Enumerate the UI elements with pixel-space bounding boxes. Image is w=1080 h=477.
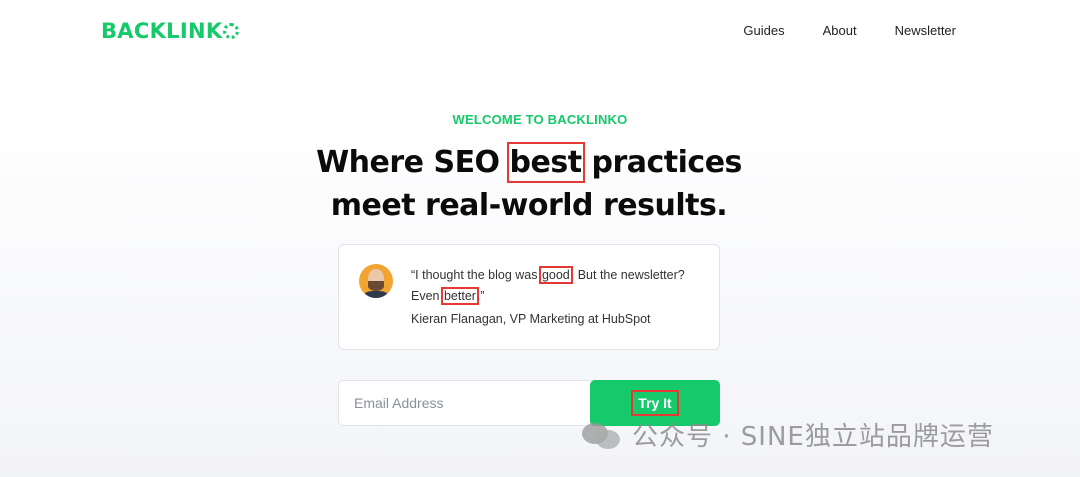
quote-word-better: better	[440, 287, 479, 305]
nav-link-newsletter[interactable]: Newsletter	[895, 23, 956, 38]
logo-o-icon	[223, 23, 240, 39]
headline-part2: practices	[581, 145, 742, 180]
nav-link-about[interactable]: About	[823, 23, 857, 38]
testimonial-author: Kieran Flanagan, VP Marketing at HubSpot	[411, 312, 651, 326]
hero-eyebrow: WELCOME TO BACKLINKO	[452, 112, 628, 127]
quote-part3: .”	[476, 289, 485, 303]
hero-headline: Where SEO best practices meet real-world…	[0, 141, 1058, 227]
email-input[interactable]	[338, 380, 594, 426]
testimonial-card: “I thought the blog was good. But the ne…	[338, 244, 720, 350]
wechat-watermark: 公众号 · SINE独立站品牌运营	[582, 416, 994, 453]
watermark-text: 公众号 · SINE独立站品牌运营	[632, 422, 994, 452]
main-nav: Guides About Newsletter	[743, 23, 956, 38]
avatar-beard-shape	[368, 281, 384, 291]
backlinko-logo[interactable]: BACKLINK	[101, 19, 240, 43]
avatar-body-shape	[363, 291, 389, 298]
quote-word-good: good	[538, 266, 573, 284]
headline-highlight: best	[506, 142, 585, 183]
nav-link-guides[interactable]: Guides	[743, 23, 784, 38]
headline-line2: meet real-world results.	[330, 188, 728, 223]
avatar	[359, 264, 393, 298]
testimonial-quote: “I thought the blog was good. But the ne…	[411, 265, 711, 307]
quote-part1: “I thought the blog was	[411, 268, 541, 282]
logo-text: BACKLINK	[101, 19, 223, 43]
try-it-label: Try It	[631, 390, 679, 416]
headline-part1: Where SEO	[316, 145, 510, 180]
site-header: BACKLINK Guides About Newsletter	[0, 0, 1080, 62]
wechat-icon	[582, 419, 624, 451]
